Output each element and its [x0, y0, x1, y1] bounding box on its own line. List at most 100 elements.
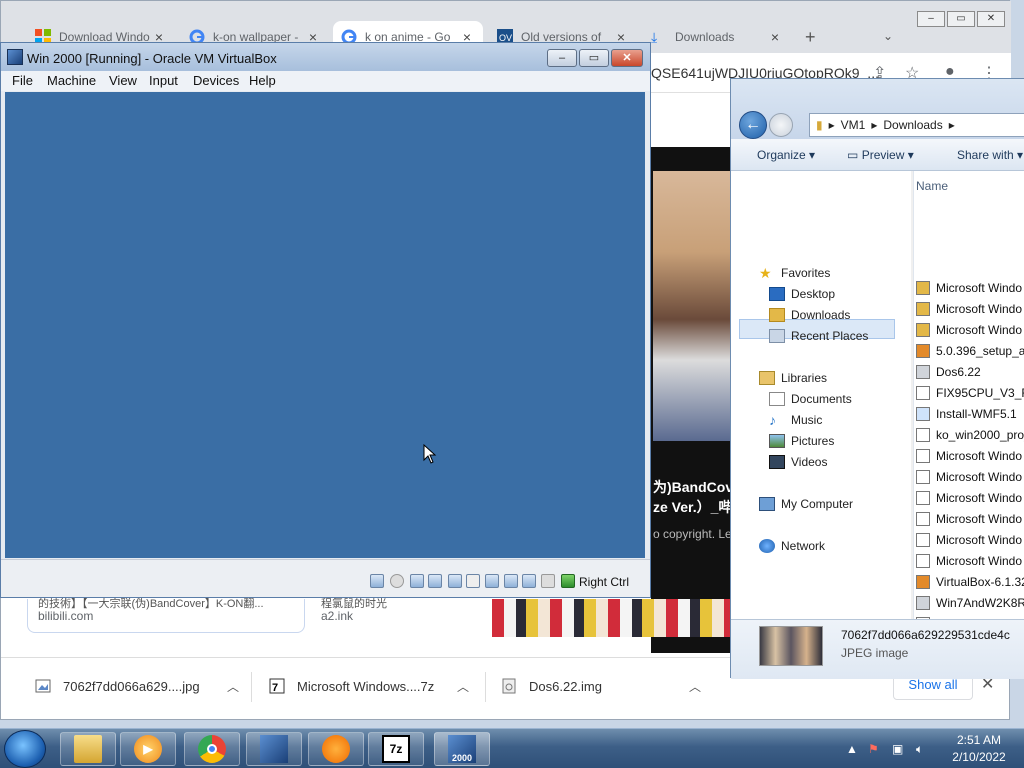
column-header-name[interactable]: Name: [916, 179, 948, 193]
file-name: Microsoft Windo: [936, 554, 1023, 568]
title-bar[interactable]: Win 2000 [Running] - Oracle VM VirtualBo…: [1, 43, 650, 71]
download-item[interactable]: 7 Microsoft Windows....7z ︿: [269, 670, 469, 702]
chevron-up-icon[interactable]: ︿: [457, 678, 469, 695]
tab-search-chevron-icon[interactable]: ⌄: [883, 29, 893, 43]
file-row[interactable]: Microsoft Windo: [916, 299, 1022, 319]
close-tab-icon[interactable]: ×: [767, 29, 783, 45]
network-status-icon[interactable]: ▣: [892, 742, 903, 756]
organize-button[interactable]: Organize ▾: [757, 148, 815, 162]
back-button[interactable]: ←: [739, 111, 767, 139]
volume-icon[interactable]: 🔈︎: [916, 742, 923, 757]
chevron-up-icon[interactable]: ︿: [689, 678, 701, 695]
taskbar-explorer[interactable]: [60, 732, 116, 766]
file-row[interactable]: Microsoft Windo: [916, 446, 1022, 466]
share-with-button[interactable]: Share with ▾: [957, 148, 1023, 162]
menu-input[interactable]: Input: [149, 73, 178, 88]
organize-label: Organize: [757, 148, 806, 162]
close-button[interactable]: ✕: [611, 49, 643, 67]
show-hidden-icons-icon[interactable]: ▲: [846, 742, 858, 756]
file-row[interactable]: Win7AndW2K8R2: [916, 593, 1024, 613]
maximize-button[interactable]: ▭: [579, 49, 609, 67]
host-key-arrow-icon[interactable]: [561, 574, 575, 588]
tree-downloads[interactable]: Downloads: [769, 305, 850, 325]
result-title[interactable]: 为)BandCover ze Ver.）_哔: [653, 477, 741, 517]
minimize-button[interactable]: –: [547, 49, 577, 67]
file-row[interactable]: Microsoft Windo: [916, 530, 1022, 550]
file-row[interactable]: Dos6.22: [916, 362, 981, 382]
minimize-button[interactable]: –: [917, 11, 945, 27]
optical-drive-icon[interactable]: [390, 574, 404, 588]
cpu-icon[interactable]: [522, 574, 536, 588]
usb-icon[interactable]: [448, 574, 462, 588]
file-row[interactable]: FIX95CPU_V3_FIN: [916, 383, 1024, 403]
tree-pictures[interactable]: Pictures: [769, 431, 834, 451]
menu-machine[interactable]: Machine: [47, 73, 96, 88]
tab-downloads[interactable]: ⤓ Downloads ×: [643, 21, 791, 53]
tree-desktop[interactable]: Desktop: [769, 284, 835, 304]
image-thumbnail-strip[interactable]: [492, 599, 730, 637]
preview-icon: ▭: [847, 148, 859, 162]
display-icon[interactable]: [485, 574, 499, 588]
action-center-flag-icon[interactable]: ⚑: [868, 742, 879, 756]
network-adapter-icon[interactable]: [428, 574, 442, 588]
menu-help[interactable]: Help: [249, 73, 276, 88]
hard-disk-icon[interactable]: [370, 574, 384, 588]
tree-my-computer[interactable]: My Computer: [759, 494, 853, 514]
start-button[interactable]: [4, 730, 46, 768]
new-tab-icon[interactable]: +: [805, 27, 816, 48]
tree-libraries[interactable]: Libraries: [759, 368, 827, 388]
file-row[interactable]: VirtualBox-6.1.32: [916, 572, 1024, 592]
anime-image[interactable]: [653, 171, 737, 441]
folder-icon: ▮: [816, 118, 823, 132]
result-card-a2[interactable]: 程氯鼠的时光 a2.ink: [319, 598, 479, 633]
forward-button[interactable]: [769, 113, 793, 137]
taskbar-win2000-vm[interactable]: 2000: [434, 732, 490, 766]
download-item[interactable]: 7062f7dd066a629....jpg ︿: [35, 670, 239, 702]
tree-network[interactable]: Network: [759, 536, 825, 556]
disk-file-icon: [916, 365, 930, 379]
clock-date[interactable]: 2/10/2022: [948, 750, 1010, 764]
file-list: Name Microsoft Windo Microsoft Windo Micro…: [913, 171, 1024, 621]
file-row[interactable]: Microsoft Windo: [916, 320, 1022, 340]
tree-documents[interactable]: Documents: [769, 389, 852, 409]
file-row[interactable]: Microsoft Windo: [916, 467, 1022, 487]
menu-view[interactable]: View: [109, 73, 137, 88]
taskbar-7zip[interactable]: 7z: [368, 732, 424, 766]
file-row[interactable]: Microsoft Windo: [916, 278, 1022, 298]
divider: [251, 672, 252, 702]
result-card-bilibili[interactable]: 的技術】【一大宗联(伪)BandCover】K-ON翻... bilibili.…: [27, 598, 305, 633]
tree-favorites[interactable]: ★ Favorites: [759, 263, 830, 283]
taskbar-media-player[interactable]: ▶: [120, 732, 176, 766]
download-item[interactable]: Dos6.22.img ︿: [501, 670, 701, 702]
address-breadcrumb[interactable]: ▮ ▸ VM1 ▸ Downloads ▸: [809, 113, 1024, 137]
preview-button[interactable]: ▭ Preview ▾: [847, 148, 914, 162]
breadcrumb-downloads[interactable]: Downloads: [883, 118, 942, 132]
taskbar-chrome[interactable]: [184, 732, 240, 766]
menu-devices[interactable]: Devices: [193, 73, 239, 88]
audio-icon[interactable]: [410, 574, 424, 588]
file-row[interactable]: 5.0.396_setup_av: [916, 341, 1024, 361]
tree-videos[interactable]: Videos: [769, 452, 827, 472]
file-row[interactable]: Microsoft Windo: [916, 551, 1022, 571]
file-row[interactable]: ko_win2000_pro_: [916, 425, 1024, 445]
maximize-button[interactable]: ▭: [947, 11, 975, 27]
shared-folders-icon[interactable]: [466, 574, 480, 588]
tree-music[interactable]: ♪ Music: [769, 410, 822, 430]
file-row[interactable]: Microsoft Windo: [916, 509, 1022, 529]
menu-file[interactable]: File: [12, 73, 33, 88]
tree-recent-places[interactable]: Recent Places: [769, 326, 868, 346]
file-row[interactable]: Microsoft Windo: [916, 488, 1022, 508]
image-file-icon: [35, 679, 51, 693]
breadcrumb-vm1[interactable]: VM1: [841, 118, 866, 132]
vm-display[interactable]: [5, 92, 645, 558]
taskbar-avast[interactable]: [308, 732, 364, 766]
file-row[interactable]: Install-WMF5.1: [916, 404, 1017, 424]
taskbar-virtualbox[interactable]: [246, 732, 302, 766]
video-capture-icon[interactable]: [504, 574, 518, 588]
chevron-up-icon[interactable]: ︿: [227, 678, 239, 695]
close-button[interactable]: ✕: [977, 11, 1005, 27]
videos-icon: [769, 455, 785, 469]
tree-label: My Computer: [781, 497, 854, 511]
clock-time[interactable]: 2:51 AM: [948, 733, 1010, 747]
mouse-integration-icon[interactable]: [541, 574, 555, 588]
